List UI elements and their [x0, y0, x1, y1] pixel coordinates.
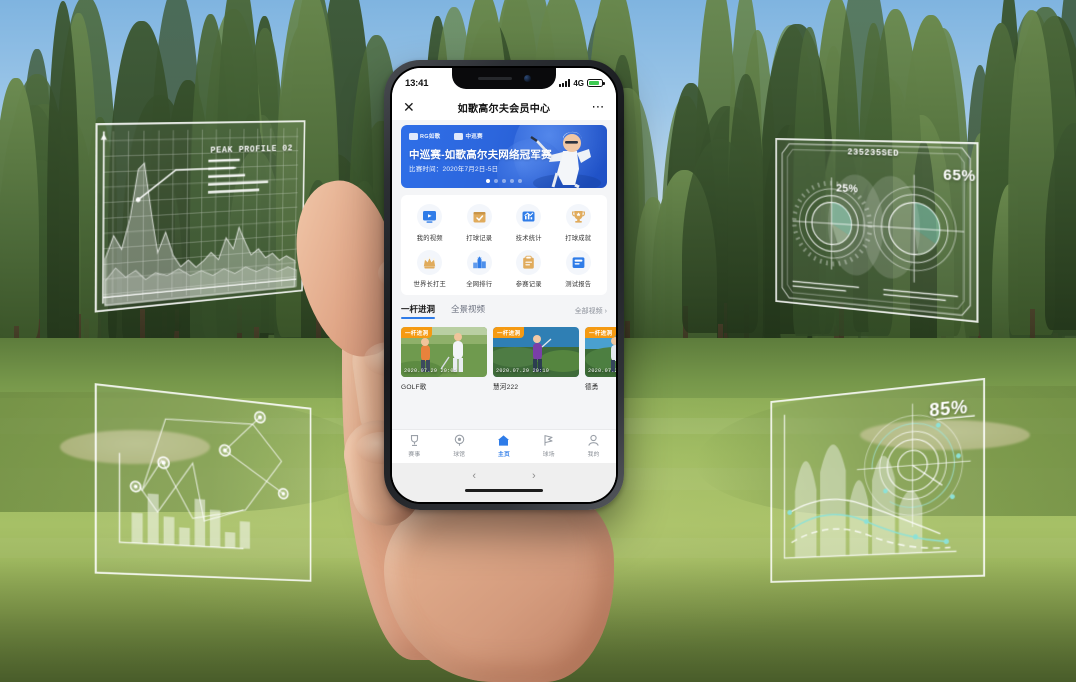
all-videos-label: 全部视频 [575, 306, 603, 316]
calendar-check-icon [467, 204, 492, 229]
bottom-nav-item-5[interactable]: 我的 [571, 434, 616, 458]
bottom-tab-bar: 赛事 球馆 主页 球场 我的 [392, 429, 616, 463]
phone-screen: 13:41 4G ✕ 如歌高尔夫会员中心 ⋯ RG如歌 中巡赛 中巡赛-如歌高尔… [392, 68, 616, 502]
grid-item-5[interactable]: 世界长打王 [405, 250, 455, 288]
close-icon[interactable]: ✕ [403, 100, 419, 114]
home-icon [497, 434, 510, 447]
banner-logo-secondary-text: 中巡赛 [465, 132, 482, 140]
status-time: 13:41 [405, 78, 428, 89]
video-card-list[interactable]: 一杆进洞 2020.07.29 20:05 GOLF歌 一杆进洞 2020.07… [401, 327, 616, 391]
bottom-nav-label: 主页 [498, 449, 510, 458]
bottom-nav-label: 我的 [588, 449, 600, 458]
app-content: RG如歌 中巡赛 中巡赛-如歌高尔夫网络冠军赛 比赛时间：2020年7月2日-5… [392, 120, 616, 429]
video-title: 德勇 [585, 381, 616, 391]
network-label: 4G [573, 79, 584, 88]
front-camera-icon [524, 75, 531, 82]
grid-item-label: 技术统计 [516, 233, 542, 242]
person-icon [587, 434, 600, 447]
trophy-icon [566, 204, 591, 229]
video-thumbnail[interactable]: 一杆进洞 2020.07.29 20:10 [493, 327, 579, 377]
grid-item-label: 世界长打王 [414, 279, 446, 288]
hud-panel-bottom-right: 85% [770, 378, 985, 583]
tab-hole-in-one[interactable]: 一杆进洞 [401, 303, 435, 319]
bottom-nav-label: 球馆 [453, 449, 465, 458]
video-title: GOLF歌 [401, 381, 487, 391]
video-badge: 一杆进洞 [493, 327, 524, 338]
grid-item-1[interactable]: 我的视频 [405, 204, 455, 242]
chevron-left-icon[interactable]: ‹ [472, 470, 476, 482]
video-badge: 一杆进洞 [585, 327, 616, 338]
monitor-play-icon [417, 204, 442, 229]
banner-title: 中巡赛-如歌高尔夫网络冠军赛 [409, 147, 552, 162]
hud-panel-bottom-left [95, 383, 312, 582]
signal-bars-icon [559, 79, 570, 87]
banner-logo-primary-text: RG如歌 [420, 132, 440, 140]
home-indicator-bar [392, 489, 616, 502]
more-dots-icon[interactable]: ⋯ [589, 99, 605, 115]
crown-icon [417, 250, 442, 275]
banner-subtitle: 比赛时间：2020年7月2日-5日 [409, 163, 498, 173]
bottom-nav-item-3[interactable]: 主页 [482, 434, 527, 458]
content-tabs: 一杆进洞 全景视频 全部视频 › [401, 303, 607, 321]
flag-icon [542, 434, 555, 447]
chevron-right-icon[interactable]: › [532, 470, 536, 482]
all-videos-link[interactable]: 全部视频 › [575, 306, 607, 316]
grid-item-8[interactable]: 测试报告 [554, 250, 604, 288]
grid-item-4[interactable]: 打球成就 [554, 204, 604, 242]
location-pin-icon [453, 434, 466, 447]
app-nav-bar: ✕ 如歌高尔夫会员中心 ⋯ [392, 94, 616, 120]
page-title: 如歌高尔夫会员中心 [419, 100, 589, 115]
banner-slide[interactable]: RG如歌 中巡赛 中巡赛-如歌高尔夫网络冠军赛 比赛时间：2020年7月2日-5… [401, 125, 607, 188]
bottom-nav-item-2[interactable]: 球馆 [437, 434, 482, 458]
grid-item-2[interactable]: 打球记录 [455, 204, 505, 242]
grid-item-label: 打球成就 [565, 233, 591, 242]
tab-panorama-video[interactable]: 全景视频 [451, 303, 485, 319]
grid-item-label: 全网排行 [466, 279, 492, 288]
grid-item-label: 打球记录 [466, 233, 492, 242]
chart-bars-icon [516, 204, 541, 229]
report-book-icon [566, 250, 591, 275]
earpiece-speaker [478, 77, 512, 81]
video-thumbnail[interactable]: 一杆进洞 2020.07.29 20:18 [585, 327, 616, 377]
video-title: 慧河222 [493, 381, 579, 391]
video-timestamp: 2020.07.29 20:05 [404, 368, 457, 374]
grid-item-3[interactable]: 技术统计 [504, 204, 554, 242]
chevron-right-icon: › [605, 308, 607, 315]
banner-logo-primary: RG如歌 [409, 132, 440, 140]
video-badge: 一杆进洞 [401, 327, 432, 338]
video-card[interactable]: 一杆进洞 2020.07.29 20:05 GOLF歌 [401, 327, 487, 391]
hud-panel-top-right: 235235SED 25% 65% [775, 138, 978, 323]
battery-icon [587, 79, 603, 87]
smartphone: 13:41 4G ✕ 如歌高尔夫会员中心 ⋯ RG如歌 中巡赛 中巡赛-如歌高尔… [384, 60, 624, 510]
bottom-nav-label: 赛事 [408, 449, 420, 458]
feature-grid: 我的视频 打球记录 技术统计 打球成就世界长打王 全网排行 参赛记录 测试报告 [401, 195, 607, 295]
bottom-nav-item-1[interactable]: 赛事 [392, 434, 437, 458]
grid-item-label: 测试报告 [565, 279, 591, 288]
grid-item-6[interactable]: 全网排行 [455, 250, 505, 288]
grid-item-label: 我的视频 [417, 233, 443, 242]
video-thumbnail[interactable]: 一杆进洞 2020.07.29 20:05 [401, 327, 487, 377]
grid-item-label: 参赛记录 [516, 279, 542, 288]
banner-logos: RG如歌 中巡赛 [409, 132, 483, 140]
clipboard-icon [516, 250, 541, 275]
video-card[interactable]: 一杆进洞 2020.07.29 20:10 慧河222 [493, 327, 579, 391]
bottom-nav-label: 球场 [543, 449, 555, 458]
trophy-nav-icon [408, 434, 421, 447]
video-timestamp: 2020.07.29 20:18 [588, 368, 616, 374]
grid-item-7[interactable]: 参赛记录 [504, 250, 554, 288]
banner-logo-secondary: 中巡赛 [454, 132, 482, 140]
phone-notch [452, 68, 556, 89]
bottom-nav-item-4[interactable]: 球场 [526, 434, 571, 458]
browser-chrome-bar: ‹ › [392, 463, 616, 489]
podium-icon [467, 250, 492, 275]
banner-carousel[interactable]: RG如歌 中巡赛 中巡赛-如歌高尔夫网络冠军赛 比赛时间：2020年7月2日-5… [392, 120, 616, 188]
hud-panel-top-left: PEAK PROFILE 02 [95, 120, 306, 312]
carousel-dots[interactable] [486, 179, 522, 183]
video-timestamp: 2020.07.29 20:10 [496, 368, 549, 374]
video-card[interactable]: 一杆进洞 2020.07.29 20:18 德勇 [585, 327, 616, 391]
